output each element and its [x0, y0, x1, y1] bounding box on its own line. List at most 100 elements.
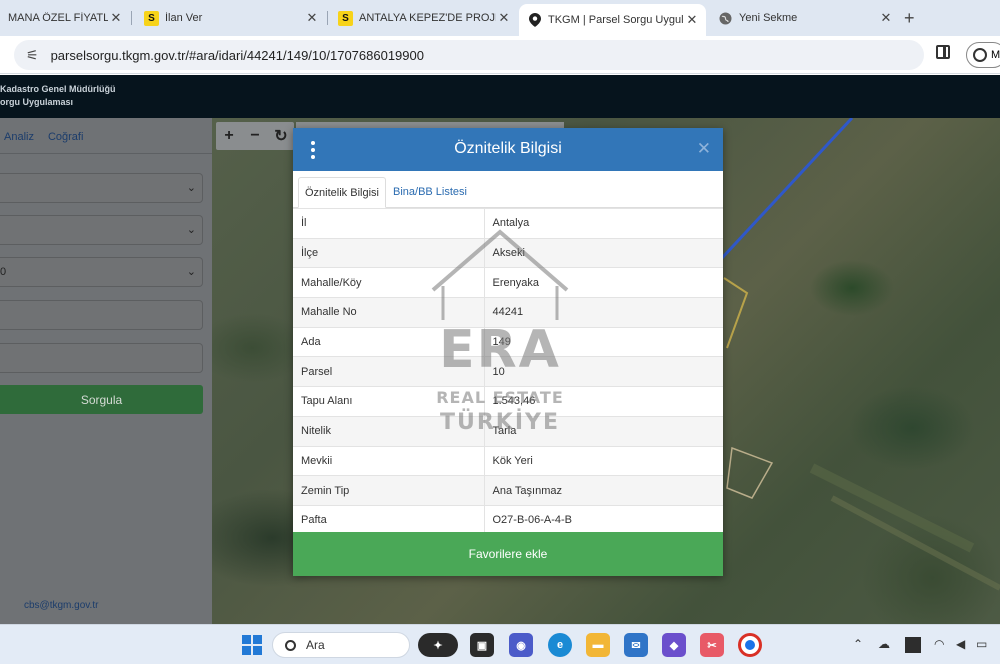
district-select[interactable]: ⌄: [0, 215, 203, 245]
tab-title: İlan Ver: [165, 12, 203, 24]
nav-analiz[interactable]: Analiz: [4, 131, 34, 143]
add-to-favorites-button[interactable]: Favorilere ekle: [293, 532, 723, 576]
taskbar-search[interactable]: Ara: [272, 632, 410, 658]
cloud-icon[interactable]: ☁: [878, 637, 890, 651]
nav-cografi[interactable]: Coğrafi: [48, 131, 83, 143]
attribute-key: Mevkii: [293, 445, 485, 476]
copilot-icon[interactable]: ✦: [418, 633, 458, 657]
edge-browser-icon[interactable]: e: [548, 633, 572, 657]
query-sidebar: Analiz Coğrafi ⌄ ⌄ 0 ⌄ Sorgula cbs@tkgm.…: [0, 118, 212, 624]
tab-separator: [327, 11, 328, 25]
parsel-input[interactable]: [0, 343, 203, 373]
tab-tkgm-parsel[interactable]: TKGM | Parsel Sorgu Uygulan ✕: [519, 4, 706, 36]
app-header: Kadastro Genel Müdürlüğü orgu Uygulaması: [0, 75, 1000, 118]
attribute-key: Nitelik: [293, 415, 485, 446]
chevron-down-icon: ⌄: [186, 224, 196, 236]
attribute-key: Pafta: [293, 504, 485, 536]
table-row: Mahalle No 44241: [293, 297, 723, 328]
attribute-value: Tarla: [484, 415, 723, 446]
tab-yeni-sekme[interactable]: Yeni Sekme ✕: [710, 4, 900, 32]
attribute-value: Antalya: [484, 208, 723, 239]
browser-tab-strip: MANA ÖZEL FİYATLAR ✕ S İlan Ver ✕ S ANTA…: [0, 0, 1000, 36]
side-panel-icon[interactable]: [936, 45, 950, 59]
url-text: parselsorgu.tkgm.gov.tr/#ara/idari/44241…: [50, 47, 424, 63]
nvidia-icon[interactable]: [905, 637, 921, 653]
table-row: Tapu Alanı 1.543,46: [293, 386, 723, 417]
attribute-table: İl Antalya İlçe Akseki Mahalle/Köy Erenyaka Ma…: [293, 208, 723, 536]
ada-input[interactable]: [0, 300, 203, 330]
profile-button[interactable]: M: [966, 42, 1000, 68]
address-bar: ⚟ parselsorgu.tkgm.gov.tr/#ara/idari/442…: [0, 36, 1000, 74]
tab-ilan-ver[interactable]: S İlan Ver ✕: [136, 4, 326, 32]
url-field[interactable]: ⚟ parselsorgu.tkgm.gov.tr/#ara/idari/442…: [14, 40, 924, 70]
tab-title: TKGM | Parsel Sorgu Uygulan: [548, 14, 684, 26]
close-icon[interactable]: ✕: [697, 139, 711, 159]
search-icon: [285, 639, 296, 651]
attribute-key: Mahalle No: [293, 297, 485, 328]
chevron-down-icon: ⌄: [186, 266, 196, 278]
teams-chat-icon[interactable]: ◉: [509, 633, 533, 657]
wifi-icon[interactable]: ◠: [934, 637, 944, 651]
neighborhood-select-value: 0: [0, 266, 7, 278]
attribute-value: O27-B-06-A-4-B: [484, 504, 723, 536]
snipping-tool-icon[interactable]: ✂: [700, 633, 724, 657]
divider: [0, 153, 212, 154]
close-icon[interactable]: ✕: [108, 10, 124, 26]
chevron-up-icon[interactable]: ⌃: [853, 637, 863, 651]
contact-email[interactable]: cbs@tkgm.gov.tr: [24, 600, 98, 611]
zoom-in-button[interactable]: +: [216, 122, 242, 150]
site-favicon-icon: S: [338, 10, 353, 26]
avatar-icon: [973, 48, 987, 62]
task-view-icon[interactable]: ▣: [470, 633, 494, 657]
file-explorer-icon[interactable]: ▬: [586, 633, 610, 657]
tab-separator: [131, 11, 132, 25]
attribute-key: Parsel: [293, 356, 485, 387]
province-select[interactable]: ⌄: [0, 173, 203, 203]
site-favicon-icon: S: [144, 10, 159, 26]
agency-name: Kadastro Genel Müdürlüğü: [0, 84, 116, 94]
windows-start-icon[interactable]: [242, 635, 262, 655]
chrome-icon[interactable]: [738, 633, 762, 657]
site-settings-icon[interactable]: ⚟: [26, 47, 39, 64]
table-row: Mahalle/Köy Erenyaka: [293, 267, 723, 298]
attribute-value: 149: [484, 326, 723, 357]
attribute-key: Zemin Tip: [293, 475, 485, 506]
attribute-key: Mahalle/Köy: [293, 267, 485, 298]
map-zoom-controls: + − ↻: [216, 122, 294, 150]
close-icon[interactable]: ✕: [496, 10, 512, 26]
location-pin-icon: [527, 13, 542, 28]
tab-title: MANA ÖZEL FİYATLAR: [8, 12, 108, 24]
tab-antalya-kepez[interactable]: S ANTALYA KEPEZ'DE PROJEDE ✕: [330, 4, 518, 32]
profile-initial: M: [991, 49, 1000, 61]
neighborhood-select[interactable]: 0 ⌄: [0, 257, 203, 287]
attribute-value: Erenyaka: [484, 267, 723, 298]
attribute-key: İl: [293, 208, 485, 239]
attribute-value: 44241: [484, 297, 723, 328]
new-tab-button[interactable]: +: [904, 8, 915, 29]
dialog-header: Öznitelik Bilgisi ✕: [293, 128, 723, 171]
table-row: Parsel 10: [293, 356, 723, 387]
table-row: Mevkii Kök Yeri: [293, 445, 723, 476]
query-button[interactable]: Sorgula: [0, 385, 203, 414]
close-icon[interactable]: ✕: [878, 10, 894, 26]
table-row: Zemin Tip Ana Taşınmaz: [293, 475, 723, 506]
tab-mana[interactable]: MANA ÖZEL FİYATLAR ✕: [0, 4, 130, 32]
refresh-button[interactable]: ↻: [268, 122, 294, 150]
tab-title: ANTALYA KEPEZ'DE PROJEDE: [359, 12, 496, 24]
close-icon[interactable]: ✕: [304, 10, 320, 26]
dialog-title: Öznitelik Bilgisi: [454, 140, 562, 157]
table-row: İlçe Akseki: [293, 237, 723, 268]
tab-attribute-info[interactable]: Öznitelik Bilgisi: [298, 177, 386, 208]
zoom-out-button[interactable]: −: [242, 122, 268, 150]
attribute-value: 10: [484, 356, 723, 387]
mail-icon[interactable]: ✉: [624, 633, 648, 657]
battery-icon[interactable]: ▭: [976, 637, 987, 651]
volume-icon[interactable]: ◀: [956, 637, 965, 651]
attribute-value: Ana Taşınmaz: [484, 475, 723, 506]
attribute-info-dialog: Öznitelik Bilgisi ✕ Öznitelik Bilgisi Bi…: [293, 128, 723, 576]
attribute-key: Tapu Alanı: [293, 386, 485, 417]
close-icon[interactable]: ✕: [684, 12, 700, 28]
microsoft-365-icon[interactable]: ◆: [662, 633, 686, 657]
windows-taskbar: Ara ✦ ▣ ◉ e ▬ ✉ ◆ ✂ ⌃ ☁ ◠ ◀ ▭: [0, 624, 1000, 664]
tab-building-list[interactable]: Bina/BB Listesi: [387, 177, 473, 208]
